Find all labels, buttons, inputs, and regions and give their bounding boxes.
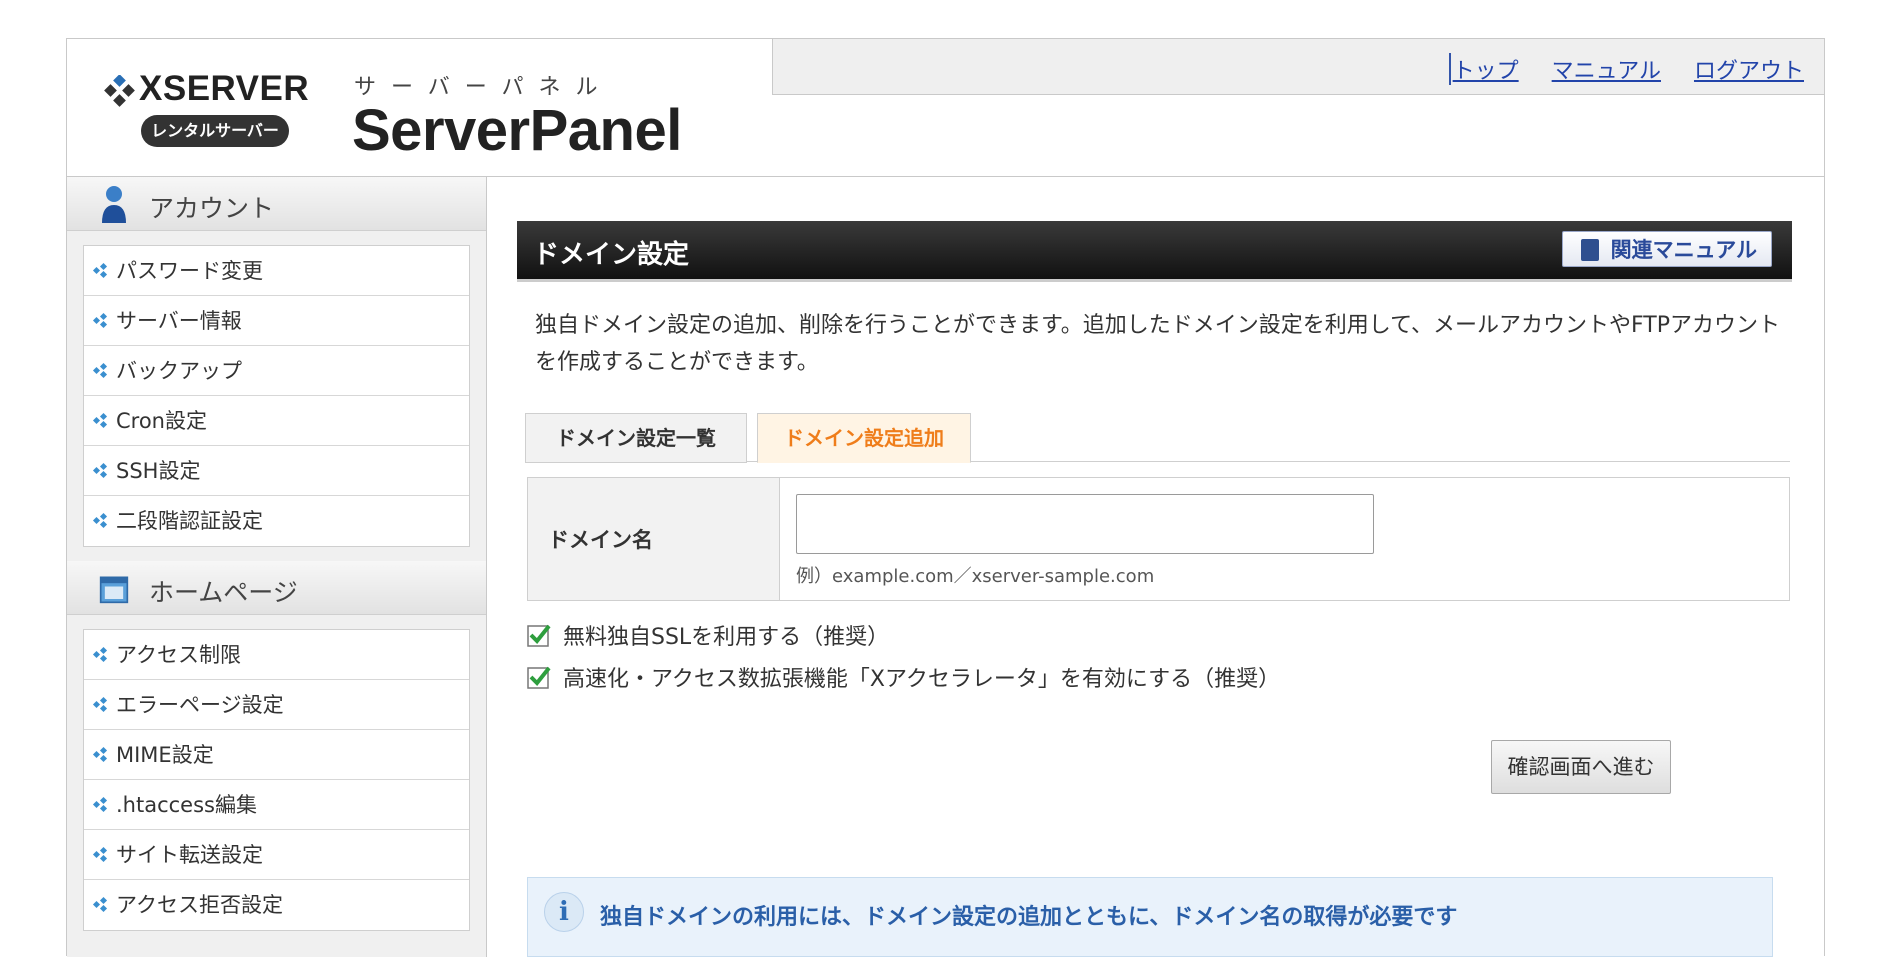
sidebar-item-mime[interactable]: MIME設定 <box>84 730 469 780</box>
main-content: ドメイン設定 関連マニュアル 独自ドメイン設定の追加、削除を行うことができます。… <box>487 177 1824 957</box>
tab-domain-list[interactable]: ドメイン設定一覧 <box>525 413 747 463</box>
arrow-right-icon <box>92 795 114 815</box>
sidebar-item-label: バックアップ <box>116 358 242 383</box>
arrow-right-icon <box>92 845 114 865</box>
arrow-right-icon <box>92 895 114 915</box>
top-navigation: トップ マニュアル ログアウト <box>772 39 1824 95</box>
sidebar-section-account: アカウント <box>67 177 486 231</box>
sidebar-item-access-deny[interactable]: アクセス拒否設定 <box>84 880 469 930</box>
option-free-ssl: 無料独自SSLを利用する（推奨） <box>527 620 889 650</box>
info-icon: i <box>544 892 584 932</box>
sidebar-item-label: アクセス拒否設定 <box>116 893 283 917</box>
sidebar-item-password[interactable]: パスワード変更 <box>84 246 469 296</box>
domain-name-cell: 例）example.com／xserver-sample.com <box>780 478 1789 600</box>
sidebar: アカウント パスワード変更 サーバー情報 バックアップ Cron設定 SSH設定… <box>67 177 487 957</box>
header: XSERVER レンタルサーバー サーバーパネル ServerPanel トップ… <box>67 39 1824 177</box>
tab-bar: ドメイン設定一覧 ドメイン設定追加 <box>525 413 1790 463</box>
arrow-right-icon <box>92 695 114 715</box>
arrow-right-icon <box>92 461 114 481</box>
panel-name: ServerPanel <box>352 98 682 163</box>
info-notice: i 独自ドメインの利用には、ドメイン設定の追加とともに、ドメイン名の取得が必要で… <box>527 877 1773 957</box>
sidebar-item-label: .htaccess編集 <box>116 792 257 817</box>
arrow-right-icon <box>92 645 114 665</box>
sidebar-item-htaccess[interactable]: .htaccess編集 <box>84 780 469 830</box>
info-notice-text: 独自ドメインの利用には、ドメイン設定の追加とともに、ドメイン名の取得が必要です <box>600 905 1458 930</box>
user-icon <box>102 186 126 223</box>
sidebar-item-label: アクセス制限 <box>116 642 241 667</box>
top-nav-link-top[interactable]: トップ <box>1453 59 1519 84</box>
page: XSERVER レンタルサーバー サーバーパネル ServerPanel トップ… <box>0 0 1889 957</box>
server-panel-frame: XSERVER レンタルサーバー サーバーパネル ServerPanel トップ… <box>66 38 1825 957</box>
sidebar-item-site-redirect[interactable]: サイト転送設定 <box>84 830 469 880</box>
arrow-right-icon <box>92 261 114 281</box>
sidebar-item-backup[interactable]: バックアップ <box>84 346 469 396</box>
book-icon <box>1580 239 1599 261</box>
related-manual-label: 関連マニュアル <box>1610 238 1757 262</box>
page-title-bar: ドメイン設定 関連マニュアル <box>517 221 1792 282</box>
top-nav-link-logout[interactable]: ログアウト <box>1694 59 1804 84</box>
confirm-button[interactable]: 確認画面へ進む <box>1491 740 1671 794</box>
top-nav-link-manual[interactable]: マニュアル <box>1552 59 1661 84</box>
sidebar-item-two-factor[interactable]: 二段階認証設定 <box>84 496 469 546</box>
domain-form-table: ドメイン名 例）example.com／xserver-sample.com <box>527 477 1790 601</box>
free-ssl-checkbox[interactable] <box>527 623 551 647</box>
sidebar-item-label: サイト転送設定 <box>116 842 263 867</box>
page-description: 独自ドメイン設定の追加、削除を行うことができます。追加したドメイン設定を利用して… <box>535 313 1781 375</box>
checkmark-icon <box>527 624 551 647</box>
window-icon <box>99 576 129 604</box>
arrow-right-icon <box>92 311 114 331</box>
checkmark-icon <box>527 666 551 689</box>
sidebar-item-label: 二段階認証設定 <box>116 509 263 533</box>
x-accelerator-label: 高速化・アクセス数拡張機能「Xアクセラレータ」を有効にする（推奨） <box>563 667 1281 692</box>
x-accelerator-checkbox[interactable] <box>527 665 551 689</box>
logo-wordmark: XSERVER <box>139 69 310 108</box>
sidebar-item-ssh[interactable]: SSH設定 <box>84 446 469 496</box>
logo-tagline: レンタルサーバー <box>141 115 289 147</box>
related-manual-button[interactable]: 関連マニュアル <box>1561 231 1772 267</box>
sidebar-section-title: ホームページ <box>149 578 298 607</box>
sidebar-item-server-info[interactable]: サーバー情報 <box>84 296 469 346</box>
sidebar-item-access-limit[interactable]: アクセス制限 <box>84 630 469 680</box>
sidebar-item-label: パスワード変更 <box>116 258 263 283</box>
arrow-right-icon <box>92 745 114 765</box>
page-title: ドメイン設定 <box>533 240 690 270</box>
arrow-right-icon <box>92 411 114 431</box>
sidebar-item-label: サーバー情報 <box>116 308 242 333</box>
sidebar-section-title: アカウント <box>149 194 275 223</box>
sidebar-item-label: MIME設定 <box>116 742 214 767</box>
top-nav-links: トップ マニュアル ログアウト <box>1448 53 1804 85</box>
sidebar-section-homepage: ホームページ <box>67 561 486 615</box>
domain-name-hint: 例）example.com／xserver-sample.com <box>796 566 1155 587</box>
free-ssl-label: 無料独自SSLを利用する（推奨） <box>563 625 890 650</box>
arrow-right-icon <box>92 361 114 381</box>
sidebar-list-homepage: アクセス制限 エラーページ設定 MIME設定 .htaccess編集 サイト転送… <box>83 629 470 931</box>
sidebar-item-error-page[interactable]: エラーページ設定 <box>84 680 469 730</box>
diamond-logo-icon <box>104 75 135 107</box>
arrow-right-icon <box>92 511 114 531</box>
domain-name-input[interactable] <box>796 494 1374 554</box>
option-x-accelerator: 高速化・アクセス数拡張機能「Xアクセラレータ」を有効にする（推奨） <box>527 662 1280 692</box>
sidebar-item-label: SSH設定 <box>116 458 201 483</box>
sidebar-item-label: エラーページ設定 <box>116 692 284 717</box>
sidebar-item-label: Cron設定 <box>116 408 207 433</box>
tab-domain-add[interactable]: ドメイン設定追加 <box>757 413 971 463</box>
xserver-logo[interactable]: XSERVER レンタルサーバー <box>103 69 313 149</box>
sidebar-list-account: パスワード変更 サーバー情報 バックアップ Cron設定 SSH設定 二段階認証… <box>83 245 470 547</box>
sidebar-item-cron[interactable]: Cron設定 <box>84 396 469 446</box>
domain-name-label: ドメイン名 <box>528 478 780 600</box>
